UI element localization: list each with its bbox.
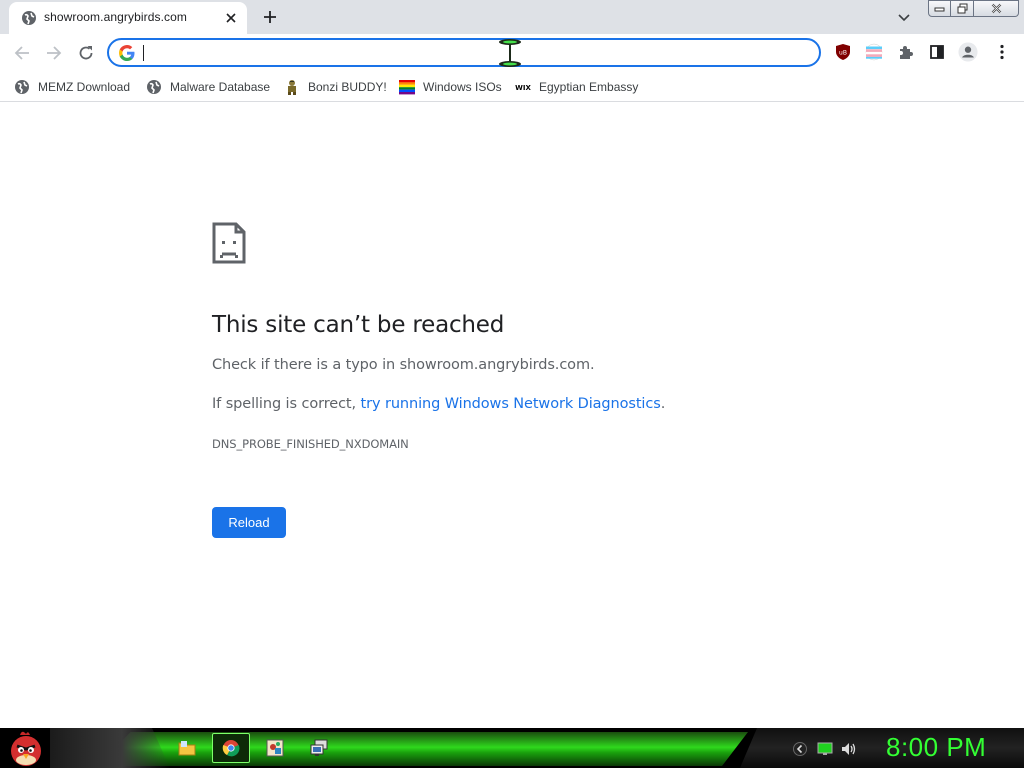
tab-title: showroom.angrybirds.com [44,10,188,24]
tab-strip: showroom.angrybirds.com [0,0,1024,34]
bookmark-label: Malware Database [170,80,271,94]
more-menu-icon[interactable] [992,42,1012,62]
spelling-suffix: . [660,396,666,412]
taskbar: 8:00 PM [0,728,1024,768]
bonzi-icon [284,79,300,95]
start-button-angry-bird-icon[interactable] [6,729,46,767]
restore-button[interactable] [951,0,974,17]
paint-icon[interactable] [256,733,294,763]
sad-page-icon [212,222,246,264]
taskbar-left-panel [50,728,170,768]
globe-icon [146,79,162,95]
text-caret [143,45,144,61]
bookmark-malware-database[interactable]: Malware Database [146,76,270,98]
window-controls [928,0,1020,17]
reload-button[interactable]: Reload [212,507,286,538]
svg-text:uB: uB [839,50,847,57]
close-tab-icon[interactable] [222,9,240,27]
bookmark-bonzi-buddy[interactable]: Bonzi BUDDY! [284,76,387,98]
address-input[interactable] [143,43,803,63]
remote-desktop-icon[interactable] [300,733,338,763]
back-arrow-icon[interactable] [10,41,34,65]
typo-hint: Check if there is a typo in showroom.ang… [212,357,595,373]
minimize-button[interactable] [928,0,951,17]
reload-icon[interactable] [74,41,98,65]
bookmark-label: MEMZ Download [38,80,131,94]
error-title: This site can’t be reached [212,312,505,338]
bookmark-memz-download[interactable]: MEMZ Download [14,76,130,98]
volume-icon[interactable] [841,741,857,757]
text-beam-cursor-icon [498,38,522,68]
ublock-origin-icon[interactable]: uB [833,42,853,62]
globe-icon [21,10,37,26]
bookmark-label: Bonzi BUDDY! [308,80,387,94]
svg-text:WIX: WIX [515,84,531,92]
globe-icon [14,79,30,95]
spelling-prefix: If spelling is correct, [212,396,361,412]
close-window-button[interactable] [974,0,1019,17]
new-tab-button[interactable] [259,6,281,28]
bookmark-label: Windows ISOs [423,80,502,94]
profile-avatar-icon[interactable] [958,42,978,62]
spelling-hint: If spelling is correct, try running Wind… [212,396,665,412]
page-content: This site can’t be reached Check if ther… [0,103,1024,728]
bookmark-egyptian-embassy[interactable]: WIX Egyptian Embassy [515,76,638,98]
network-diagnostics-link[interactable]: try running Windows Network Diagnostics [361,396,661,412]
side-panel-icon[interactable] [927,42,947,62]
wix-icon: WIX [515,79,531,95]
taskbar-clock[interactable]: 8:00 PM [886,732,986,763]
network-monitor-icon[interactable] [817,741,833,757]
rainbow-flag-icon [399,79,415,95]
bookmark-windows-isos[interactable]: Windows ISOs [399,76,502,98]
chrome-icon[interactable] [212,733,250,763]
address-bar[interactable] [107,38,821,67]
toolbar: uB [0,34,1024,72]
tab-search-chevron-icon[interactable] [894,8,914,28]
puzzle-extensions-icon[interactable] [896,42,916,62]
browser-tab[interactable]: showroom.angrybirds.com [9,2,247,34]
trans-flag-extension-icon[interactable] [864,42,884,62]
tray-arrow-icon[interactable] [792,741,808,757]
google-g-icon [119,45,135,61]
error-code: DNS_PROBE_FINISHED_NXDOMAIN [212,437,409,451]
forward-arrow-icon[interactable] [42,41,66,65]
bookmark-label: Egyptian Embassy [539,80,639,94]
file-explorer-icon[interactable] [168,733,206,763]
bookmarks-bar: MEMZ Download Malware Database Bonzi BUD… [0,72,1024,102]
